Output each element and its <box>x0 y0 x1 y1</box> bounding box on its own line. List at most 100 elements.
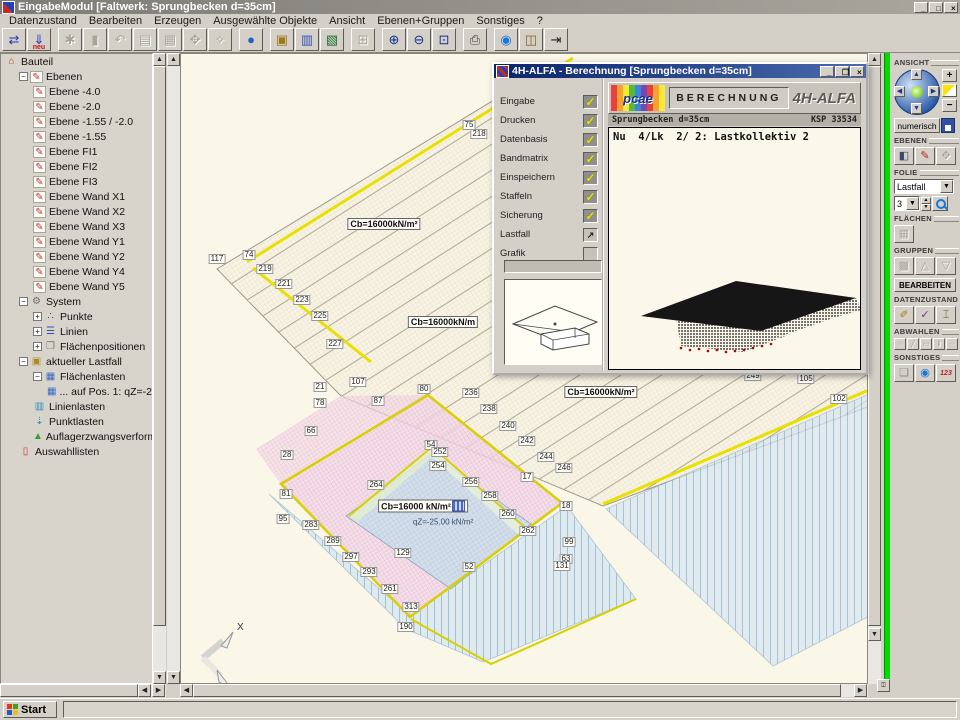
menu-item-bearbeiten[interactable]: Bearbeiten <box>84 15 147 27</box>
chevron-down-icon[interactable]: ▼ <box>906 197 919 210</box>
rotate-center-dot[interactable] <box>911 86 923 98</box>
tree-item-linienlasten[interactable]: ▥Linienlasten <box>1 399 152 414</box>
maximize-button[interactable]: □ <box>929 2 943 13</box>
layer-zoom-button[interactable] <box>932 196 948 211</box>
tree-item-aktueller-lastfall[interactable]: −▣aktueller Lastfall <box>1 354 152 369</box>
edit-groups-button[interactable]: BEARBEITEN <box>894 278 956 292</box>
new-sheet-button[interactable]: ❏ <box>894 364 914 382</box>
datastate-stamp-button[interactable]: ⌶ <box>936 306 956 324</box>
numeric-view-button[interactable]: numerisch <box>894 118 940 133</box>
menu-item-sonstiges[interactable]: Sonstiges <box>471 15 529 27</box>
tree-expander[interactable]: − <box>19 72 28 81</box>
tree-item-ebene-wand-x1[interactable]: ✎Ebene Wand X1 <box>1 189 152 204</box>
chevron-down-icon[interactable]: ▼ <box>940 180 953 193</box>
rotate-right-button[interactable]: ▶ <box>928 86 939 97</box>
tree-scroll-thumb[interactable] <box>153 66 166 626</box>
menu-item-ansicht[interactable]: Ansicht <box>324 15 370 27</box>
refresh-data-button[interactable]: ⇄ <box>2 28 26 51</box>
print-button[interactable]: ⎙ <box>463 28 487 51</box>
layer-select[interactable]: Lastfall ▼ <box>894 179 954 194</box>
menu-item-ausgew-hlte-objekte[interactable]: Ausgewählte Objekte <box>208 15 322 27</box>
tree-scroll-down-arrow[interactable]: ▼ <box>153 671 166 684</box>
tree-expander[interactable]: + <box>33 342 42 351</box>
zoom-in-button[interactable]: ⊕ <box>382 28 406 51</box>
tree-hscroll-thumb[interactable] <box>0 684 138 697</box>
zoom-window-button[interactable]: ⊡ <box>432 28 456 51</box>
menu-item-?[interactable]: ? <box>532 15 548 27</box>
save-view-button[interactable] <box>941 118 955 133</box>
menu-item-ebenen-gruppen[interactable]: Ebenen+Gruppen <box>372 15 469 27</box>
contrast-button[interactable] <box>942 84 957 97</box>
canvas-hscroll-thumb[interactable] <box>193 684 841 697</box>
strip-bottom-button[interactable]: ⍐ <box>877 679 890 692</box>
plane-edit-button[interactable]: ✎ <box>915 147 935 165</box>
new-object-button[interactable]: ⇓neu <box>27 28 51 51</box>
tree-item--auf-pos-1-qz-25-00-k[interactable]: ▦... auf Pos. 1: qZ=-25.00 k <box>1 384 152 399</box>
canvas-horizontal-scrollbar[interactable]: ◀ ▶ <box>180 684 868 697</box>
tree-item-auflagerzwangsverformungen[interactable]: ▲Auflagerzwangsverformungen <box>1 429 152 444</box>
canvas-right-scrollbar[interactable]: ▲ ▼ <box>868 53 881 684</box>
exit-button[interactable]: ⇥ <box>544 28 568 51</box>
datastate-check-button[interactable]: ✓ <box>915 306 935 324</box>
tree-item-ebenen[interactable]: −✎Ebenen <box>1 69 152 84</box>
tree-item-ebene-fi2[interactable]: ✎Ebene FI2 <box>1 159 152 174</box>
layer-number-select[interactable]: 3 ▼ <box>894 196 920 211</box>
tree-vertical-scrollbar[interactable]: ▲ ▼ <box>153 53 166 684</box>
manual-button[interactable]: ◫ <box>519 28 543 51</box>
tree-item-ebene-fi1[interactable]: ✎Ebene FI1 <box>1 144 152 159</box>
datastate-save-button[interactable]: ✐ <box>894 306 914 324</box>
rotate-left-button[interactable]: ◀ <box>894 86 905 97</box>
tree-scroll-right-arrow[interactable]: ▶ <box>152 684 165 697</box>
view-options-button[interactable]: ◉ <box>494 28 518 51</box>
tree-item-ebene-2-0[interactable]: ✎Ebene -2.0 <box>1 99 152 114</box>
abacus-button[interactable]: ▥ <box>295 28 319 51</box>
tree-expander[interactable]: − <box>19 297 28 306</box>
canvas-scroll-thumb[interactable] <box>868 66 881 626</box>
zoom-out-button[interactable]: ⊖ <box>407 28 431 51</box>
plane-select-button[interactable]: ◧ <box>894 147 914 165</box>
eye-button[interactable]: ◉ <box>915 364 935 382</box>
tree-item-bauteil[interactable]: ⌂Bauteil <box>1 54 152 69</box>
taskbar-tray[interactable] <box>63 701 957 718</box>
tree-scroll-up-arrow[interactable]: ▲ <box>153 53 166 66</box>
dialog-restore-button[interactable]: ❐ <box>835 66 849 77</box>
tree-scroll-left-arrow[interactable]: ◀ <box>138 684 151 697</box>
numbering-button[interactable]: 123 <box>936 364 956 382</box>
tree-item-ebene-4-0[interactable]: ✎Ebene -4.0 <box>1 84 152 99</box>
car-view-button[interactable]: ● <box>239 28 263 51</box>
tree-item-flächenlasten[interactable]: −▦Flächenlasten <box>1 369 152 384</box>
canvas-scroll-left-arrow[interactable]: ◀ <box>180 684 193 697</box>
layer-spinner[interactable]: ▲▼ <box>921 197 931 211</box>
canvas-left-scrollbar[interactable]: ▲ ▼ <box>167 53 180 684</box>
zoom-minus-button[interactable]: − <box>942 99 957 112</box>
tree-item-ebene-wand-y2[interactable]: ✎Ebene Wand Y2 <box>1 249 152 264</box>
canvas-left-scroll-up-arrow[interactable]: ▲ <box>167 53 180 66</box>
canvas-scroll-right-arrow[interactable]: ▶ <box>854 684 867 697</box>
tree-item-punkte[interactable]: +∴Punkte <box>1 309 152 324</box>
rotate-up-button[interactable]: ▲ <box>911 69 922 80</box>
menu-item-erzeugen[interactable]: Erzeugen <box>149 15 206 27</box>
book-check-button[interactable]: ▧ <box>320 28 344 51</box>
tree-item-ebene-wand-x2[interactable]: ✎Ebene Wand X2 <box>1 204 152 219</box>
tree-item-ebene-1-55[interactable]: ✎Ebene -1.55 <box>1 129 152 144</box>
tree-item-ebene-wand-y5[interactable]: ✎Ebene Wand Y5 <box>1 279 152 294</box>
zoom-plus-button[interactable]: + <box>942 69 957 82</box>
tree-item-auswahllisten[interactable]: ▯Auswahllisten <box>1 444 152 459</box>
close-button[interactable]: × <box>944 2 958 13</box>
minimize-button[interactable]: _ <box>914 2 928 13</box>
tree-expander[interactable]: + <box>33 312 42 321</box>
tree-item-ebene-1-55-2-0[interactable]: ✎Ebene -1.55 / -2.0 <box>1 114 152 129</box>
tree-item-ebene-wand-y4[interactable]: ✎Ebene Wand Y4 <box>1 264 152 279</box>
menu-item-datenzustand[interactable]: Datenzustand <box>4 15 82 27</box>
tree-expander[interactable]: − <box>33 372 42 381</box>
tree-item-flächenpositionen[interactable]: +❐Flächenpositionen <box>1 339 152 354</box>
dialog-close-button[interactable]: × <box>850 66 864 77</box>
tree-horizontal-scrollbar[interactable]: ◀ ▶ <box>0 684 166 697</box>
dialog-minimize-button[interactable]: _ <box>820 66 834 77</box>
start-button[interactable]: Start <box>3 701 57 718</box>
canvas-scroll-up-arrow[interactable]: ▲ <box>868 53 881 66</box>
tree-item-linien[interactable]: +☰Linien <box>1 324 152 339</box>
view-rotate-pad[interactable]: ▲ ◀ ▶ ▼ <box>894 69 940 115</box>
tree-expander[interactable]: − <box>19 357 28 366</box>
canvas-left-scroll-down-arrow[interactable]: ▼ <box>167 671 180 684</box>
